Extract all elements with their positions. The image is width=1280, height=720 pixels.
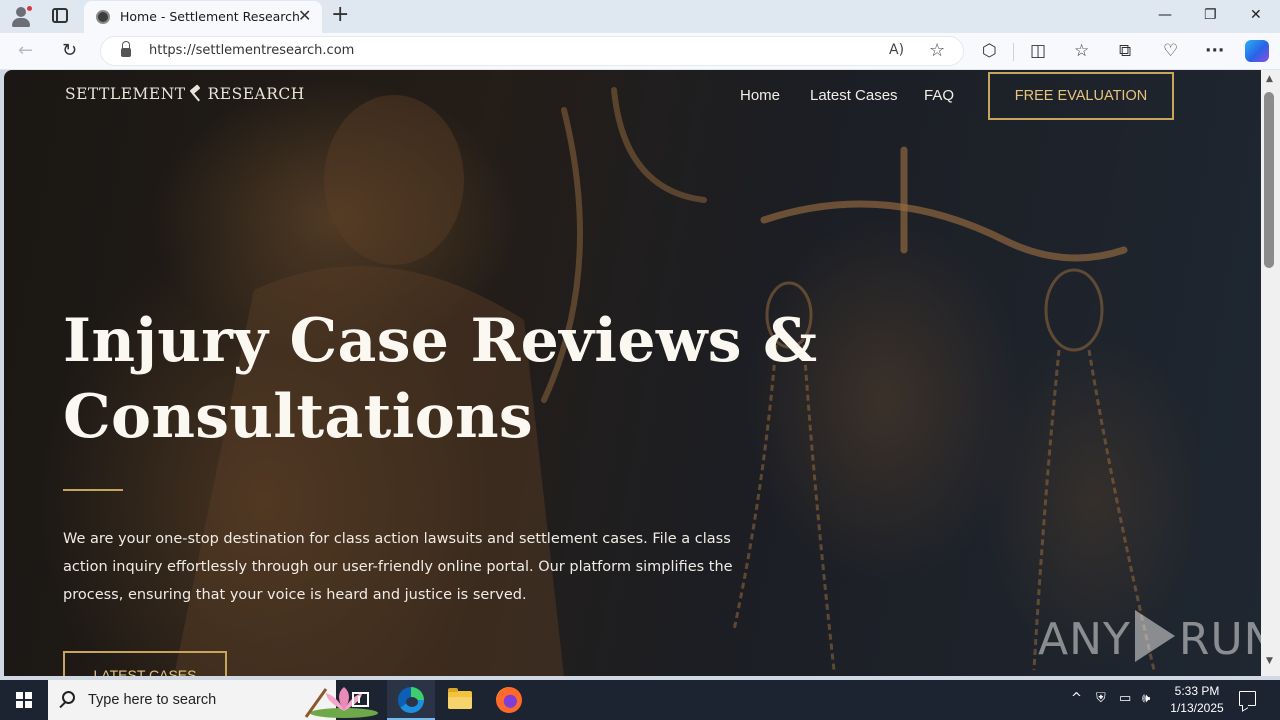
watermark-text-right: RUN — [1178, 614, 1261, 665]
anyrun-watermark: ANY RUN — [1038, 610, 1261, 665]
webpage-hero: SETTLEMENT RESEARCH Home Latest Cases FAQ… — [4, 70, 1261, 676]
taskbar-file-explorer-button[interactable] — [436, 680, 484, 720]
search-icon — [62, 691, 75, 704]
favorite-star-icon[interactable]: ☆ — [929, 40, 945, 61]
collections-icon[interactable]: ⧉ — [1119, 41, 1131, 61]
scroll-down-icon[interactable]: ▼ — [1266, 656, 1273, 666]
windows-taskbar: Type here to search ^ ⛨ ▭ 🕪 5:33 PM 1/13… — [0, 680, 1280, 720]
site-logo[interactable]: SETTLEMENT RESEARCH — [65, 85, 305, 103]
taskbar-search-placeholder[interactable]: Type here to search — [88, 692, 216, 708]
taskbar-edge-button[interactable] — [387, 680, 435, 720]
clock-date: 1/13/2025 — [1170, 701, 1224, 715]
favorites-icon[interactable]: ☆ — [1074, 41, 1089, 61]
nav-latest-cases-link[interactable]: Latest Cases — [810, 87, 898, 104]
play-icon — [1134, 610, 1175, 662]
gavel-icon — [187, 85, 207, 101]
volume-icon[interactable]: 🕪 — [1142, 690, 1150, 708]
nav-faq-link[interactable]: FAQ — [924, 87, 954, 104]
restore-button[interactable]: ❐ — [1204, 6, 1217, 24]
lock-icon[interactable] — [121, 41, 131, 57]
scrollbar-thumb[interactable] — [1264, 92, 1274, 268]
windows-start-icon[interactable] — [16, 692, 32, 708]
taskbar-firefox-button[interactable] — [485, 680, 533, 720]
hero-description: We are your one-stop destination for cla… — [63, 531, 733, 603]
browser-titlebar: Home - Settlement Research ✕ + — ❐ ✕ — [0, 0, 1280, 33]
taskbar-search-box[interactable]: Type here to search — [48, 680, 378, 720]
free-evaluation-button[interactable]: FREE EVALUATION — [988, 72, 1174, 120]
network-icon[interactable]: ▭ — [1119, 690, 1131, 708]
tab-title: Home - Settlement Research — [120, 9, 300, 24]
address-bar[interactable]: https://settlementresearch.com A) ☆ — [100, 36, 964, 66]
tab-close-icon[interactable]: ✕ — [298, 8, 311, 24]
tab-actions-icon[interactable] — [52, 8, 68, 23]
latest-cases-button[interactable]: LATEST CASES — [63, 651, 227, 676]
hero-divider — [63, 489, 123, 491]
logo-text-left: SETTLEMENT — [65, 85, 186, 103]
close-window-button[interactable]: ✕ — [1250, 6, 1262, 24]
toolbar-separator — [1013, 43, 1014, 61]
copilot-icon[interactable] — [1245, 40, 1269, 62]
profile-icon[interactable] — [10, 5, 33, 27]
show-hidden-icons-chevron-icon[interactable]: ^ — [1071, 690, 1082, 708]
hero-title-line1: Injury Case Reviews & — [63, 306, 818, 376]
watermark-text-left: ANY — [1038, 614, 1131, 665]
browser-essentials-icon[interactable]: ♡ — [1163, 41, 1178, 61]
edge-icon — [398, 687, 424, 713]
clock-time: 5:33 PM — [1174, 684, 1220, 698]
url-text[interactable]: https://settlementresearch.com — [149, 43, 354, 58]
page-scrollbar[interactable]: ▲ ▼ — [1261, 70, 1280, 676]
read-aloud-icon[interactable]: A) — [889, 42, 904, 58]
scroll-up-icon[interactable]: ▲ — [1266, 74, 1273, 84]
folder-icon — [448, 688, 472, 709]
security-tray-icon[interactable]: ⛨ — [1096, 690, 1106, 708]
address-toolbar: ← ↻ https://settlementresearch.com A) ☆ … — [0, 33, 1280, 70]
task-view-button[interactable] — [336, 680, 384, 720]
nav-home-link[interactable]: Home — [740, 87, 780, 104]
hero-title: Injury Case Reviews & Consultations — [63, 303, 843, 455]
new-tab-button[interactable]: + — [331, 3, 349, 27]
extensions-icon[interactable]: ⬡ — [982, 41, 997, 61]
hero-title-line2: Consultations — [63, 382, 534, 452]
notification-center-icon[interactable] — [1239, 691, 1256, 706]
refresh-button[interactable]: ↻ — [62, 41, 77, 61]
firefox-icon — [496, 687, 522, 713]
settings-menu-icon[interactable]: ··· — [1205, 41, 1224, 61]
tab-home[interactable]: Home - Settlement Research ✕ — [84, 1, 322, 33]
site-favicon-icon — [96, 10, 110, 24]
split-screen-icon[interactable]: ◫ — [1030, 41, 1046, 61]
minimize-button[interactable]: — — [1158, 6, 1172, 24]
taskbar-clock[interactable]: 5:33 PM 1/13/2025 — [1162, 683, 1232, 717]
back-button[interactable]: ← — [18, 41, 33, 61]
logo-text-right: RESEARCH — [207, 85, 305, 103]
task-view-icon — [352, 692, 369, 707]
